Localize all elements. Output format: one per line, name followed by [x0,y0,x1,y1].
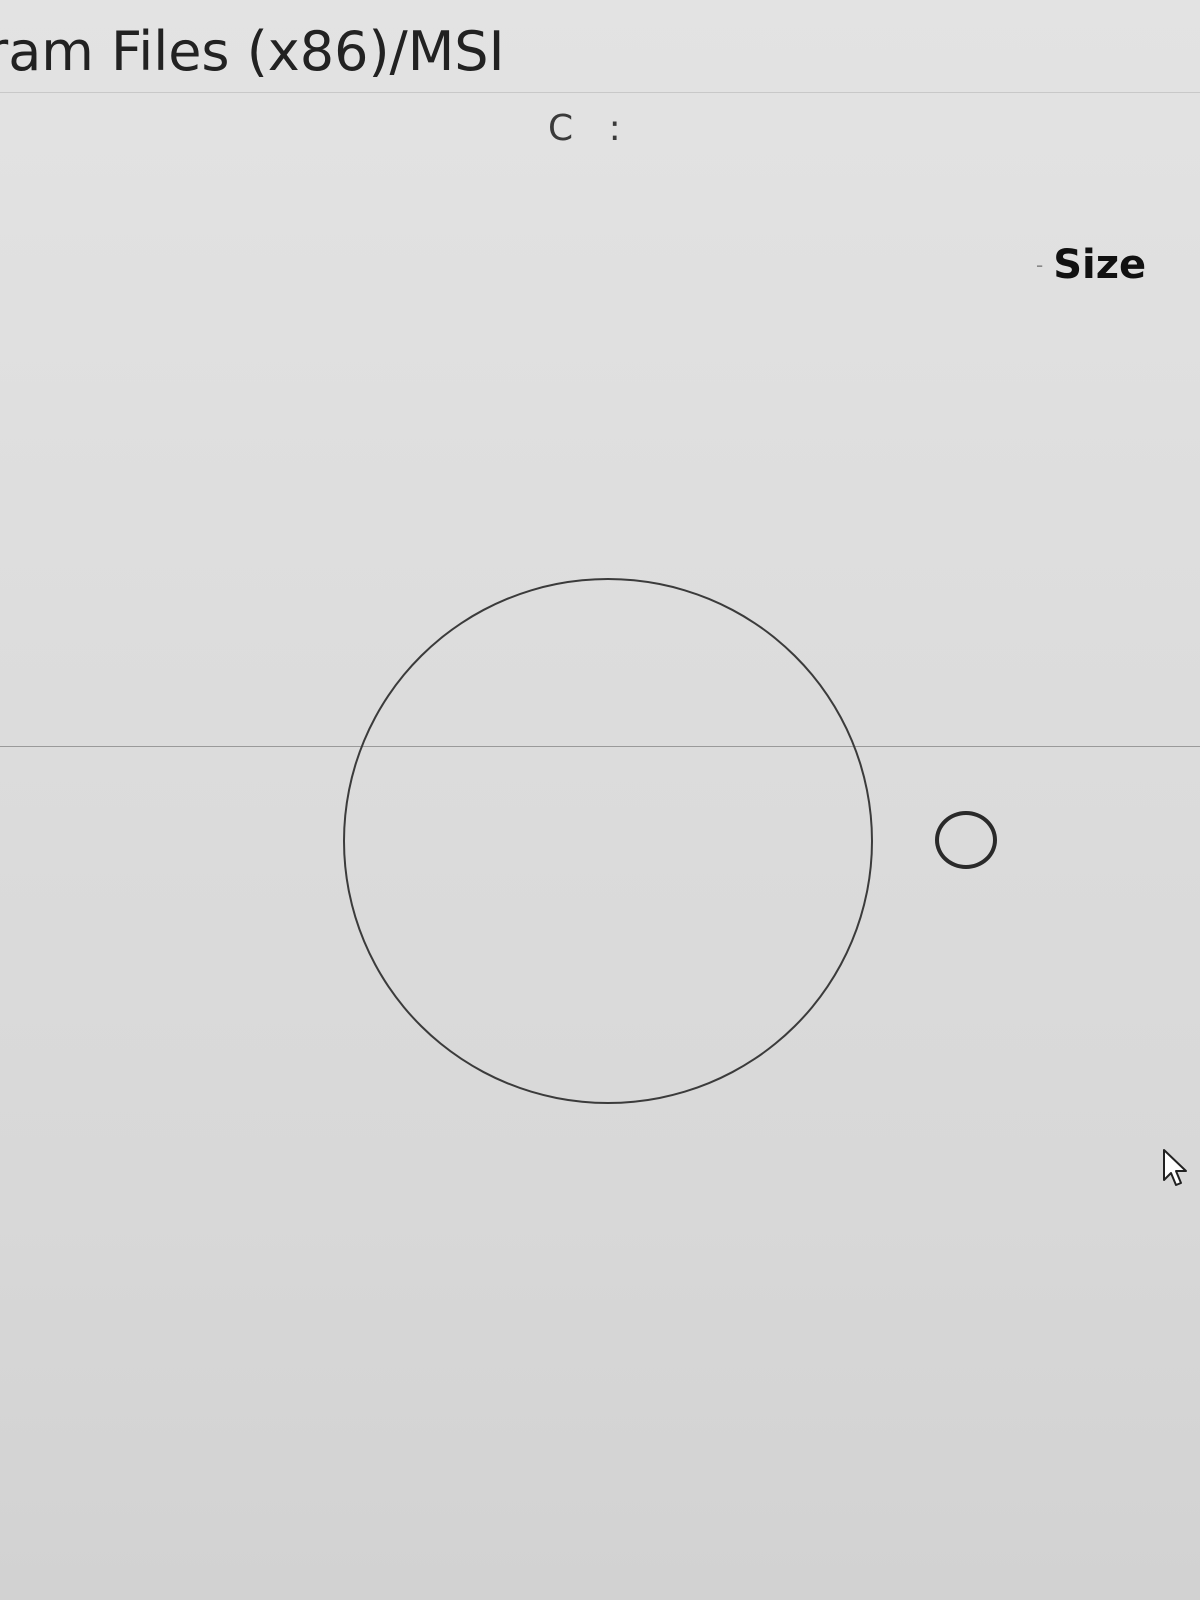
address-path: ram Files (x86)/MSI [0,20,505,83]
size-column-header[interactable]: - Size [1036,242,1146,288]
radio-button-icon[interactable] [935,811,997,869]
mouse-pointer-icon [1163,1149,1187,1186]
size-header-label: Size [1053,242,1147,288]
circle-outline-icon [343,578,873,1104]
sort-indicator-icon: - [1036,253,1044,277]
address-bar[interactable]: ram Files (x86)/MSI [0,0,1200,93]
drive-label: C : [548,108,633,149]
